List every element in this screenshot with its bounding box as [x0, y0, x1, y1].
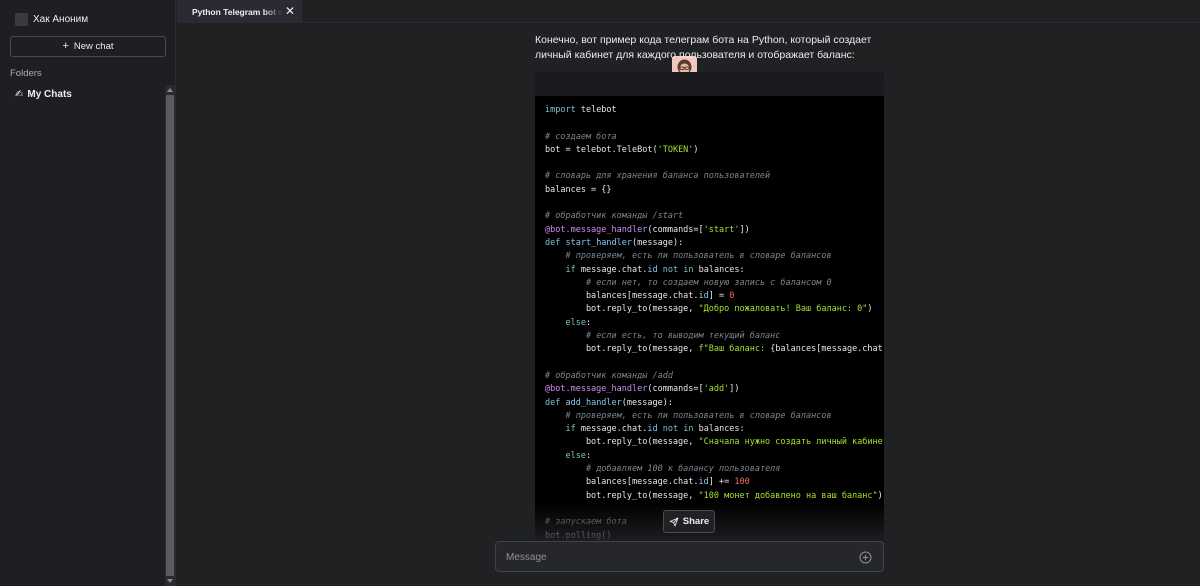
folders-label: Folders: [10, 68, 42, 79]
scroll-down-arrow-icon[interactable]: [167, 579, 173, 583]
paper-plane-icon: [669, 517, 679, 526]
folder-label: My Chats: [27, 89, 72, 100]
tab-python-telegram-bot[interactable]: Python Telegram bot with ✕: [177, 0, 302, 23]
writing-hand-icon: ✍: [15, 89, 24, 100]
code-content: import telebot # создаем бота bot = tele…: [545, 105, 884, 541]
new-chat-label: New chat: [73, 41, 114, 52]
close-icon[interactable]: ✕: [285, 4, 295, 18]
scrollbar-thumb[interactable]: [166, 95, 174, 576]
user-name: Хак Аноним: [33, 13, 89, 25]
sidebar: Хак Аноним + New chat Folders ✍ My Chats: [0, 0, 176, 586]
message-input-box[interactable]: [495, 541, 884, 572]
user-avatar: [15, 12, 28, 26]
code-block: import telebot # создаем бота bot = tele…: [535, 72, 884, 542]
sidebar-scrollbar[interactable]: [165, 85, 175, 586]
plus-circle-icon[interactable]: [859, 551, 872, 564]
share-button[interactable]: Share: [663, 510, 715, 533]
scroll-up-arrow-icon[interactable]: [167, 88, 173, 92]
tab-title: Python Telegram bot with: [192, 6, 282, 17]
assistant-message-text: Конечно, вот пример кода телеграм бота н…: [535, 34, 872, 61]
chat-main: Конечно, вот пример кода телеграм бота н…: [177, 24, 1200, 586]
message-input[interactable]: [506, 549, 846, 565]
tab-bar: Python Telegram bot with ✕: [177, 0, 1200, 23]
plus-icon: +: [62, 40, 69, 52]
code-block-header: [535, 72, 884, 96]
share-label: Share: [682, 516, 710, 527]
user-profile[interactable]: Хак Аноним: [15, 11, 88, 27]
new-chat-button[interactable]: + New chat: [10, 36, 166, 57]
folder-my-chats[interactable]: ✍ My Chats: [15, 89, 72, 100]
